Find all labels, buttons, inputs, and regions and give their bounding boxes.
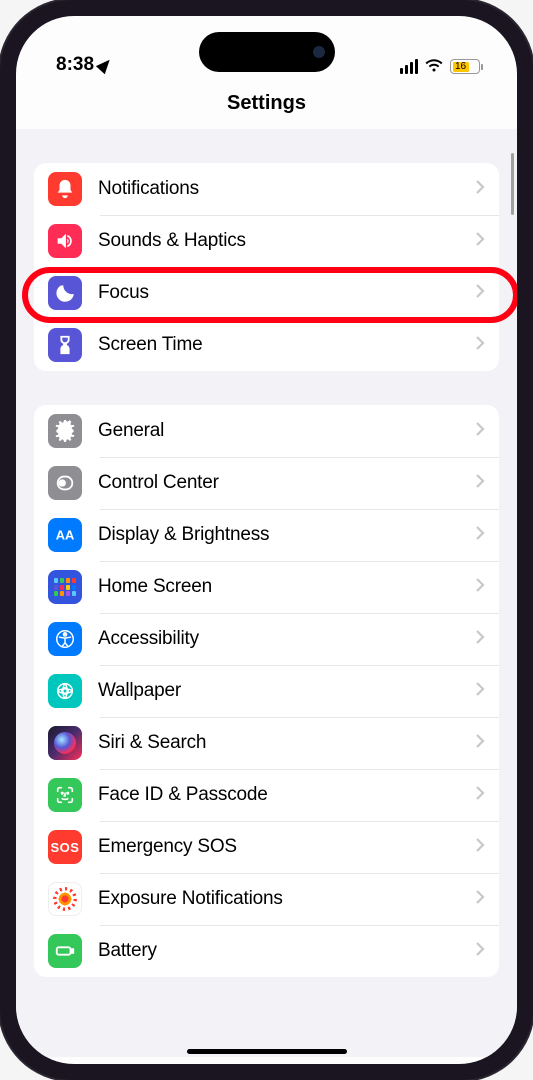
camera-icon	[313, 46, 325, 58]
screen: 8:38 16	[16, 16, 517, 1064]
accessibility-icon	[48, 622, 82, 656]
row-label: Control Center	[98, 472, 459, 494]
display-icon: AA	[48, 518, 82, 552]
sos-text: SOS	[51, 840, 80, 855]
row-label: Sounds & Haptics	[98, 230, 459, 252]
settings-row-focus[interactable]: Focus	[34, 267, 499, 319]
row-label: Face ID & Passcode	[98, 784, 459, 806]
chevron-right-icon	[475, 420, 485, 443]
chevron-right-icon	[475, 472, 485, 495]
settings-row-homescreen[interactable]: Home Screen	[34, 561, 499, 613]
siri-icon	[48, 726, 82, 760]
settings-row-emergencysos[interactable]: SOS Emergency SOS	[34, 821, 499, 873]
row-label: Wallpaper	[98, 680, 459, 702]
scroll-indicator[interactable]	[511, 153, 514, 215]
screentime-icon	[48, 328, 82, 362]
battery-icon	[48, 934, 82, 968]
status-time: 8:38	[56, 54, 94, 76]
settings-section: Notifications Sounds & Haptics Focus	[34, 163, 499, 371]
general-icon	[48, 414, 82, 448]
notifications-icon	[48, 172, 82, 206]
settings-row-sounds[interactable]: Sounds & Haptics	[34, 215, 499, 267]
chevron-right-icon	[475, 576, 485, 599]
chevron-right-icon	[475, 230, 485, 253]
battery-indicator: 16	[450, 59, 483, 74]
row-label: Focus	[98, 282, 459, 304]
settings-row-accessibility[interactable]: Accessibility	[34, 613, 499, 665]
exposure-icon	[48, 882, 82, 916]
faceid-icon	[48, 778, 82, 812]
row-label: Screen Time	[98, 334, 459, 356]
row-label: Accessibility	[98, 628, 459, 650]
battery-percent: 16	[455, 61, 466, 72]
dynamic-island	[199, 32, 335, 72]
cellular-signal-icon	[400, 59, 418, 74]
settings-row-battery[interactable]: Battery	[34, 925, 499, 977]
sounds-icon	[48, 224, 82, 258]
settings-row-wallpaper[interactable]: Wallpaper	[34, 665, 499, 717]
chevron-right-icon	[475, 178, 485, 201]
settings-row-controlcenter[interactable]: Control Center	[34, 457, 499, 509]
homescreen-icon	[48, 570, 82, 604]
row-label: Emergency SOS	[98, 836, 459, 858]
chevron-right-icon	[475, 282, 485, 305]
settings-row-general[interactable]: General	[34, 405, 499, 457]
chevron-right-icon	[475, 836, 485, 859]
row-label: Home Screen	[98, 576, 459, 598]
chevron-right-icon	[475, 888, 485, 911]
wifi-icon	[424, 57, 444, 76]
sos-icon: SOS	[48, 830, 82, 864]
chevron-right-icon	[475, 784, 485, 807]
location-icon	[96, 56, 114, 74]
page-title: Settings	[16, 80, 517, 129]
phone-frame: 8:38 16	[0, 0, 533, 1080]
chevron-right-icon	[475, 680, 485, 703]
chevron-right-icon	[475, 334, 485, 357]
row-label: Siri & Search	[98, 732, 459, 754]
settings-row-screentime[interactable]: Screen Time	[34, 319, 499, 371]
settings-row-notifications[interactable]: Notifications	[34, 163, 499, 215]
settings-row-exposure[interactable]: Exposure Notifications	[34, 873, 499, 925]
controlcenter-icon	[48, 466, 82, 500]
settings-section: General Control Center AA Display & Brig…	[34, 405, 499, 977]
settings-row-faceid[interactable]: Face ID & Passcode	[34, 769, 499, 821]
chevron-right-icon	[475, 940, 485, 963]
row-label: Exposure Notifications	[98, 888, 459, 910]
focus-icon	[48, 276, 82, 310]
settings-list[interactable]: Notifications Sounds & Haptics Focus	[16, 129, 517, 1057]
settings-row-siri[interactable]: Siri & Search	[34, 717, 499, 769]
row-label: Notifications	[98, 178, 459, 200]
wallpaper-icon	[48, 674, 82, 708]
svg-text:AA: AA	[56, 528, 75, 543]
chevron-right-icon	[475, 628, 485, 651]
chevron-right-icon	[475, 732, 485, 755]
home-indicator[interactable]	[187, 1049, 347, 1054]
settings-row-display[interactable]: AA Display & Brightness	[34, 509, 499, 561]
row-label: General	[98, 420, 459, 442]
chevron-right-icon	[475, 524, 485, 547]
row-label: Display & Brightness	[98, 524, 459, 546]
row-label: Battery	[98, 940, 459, 962]
